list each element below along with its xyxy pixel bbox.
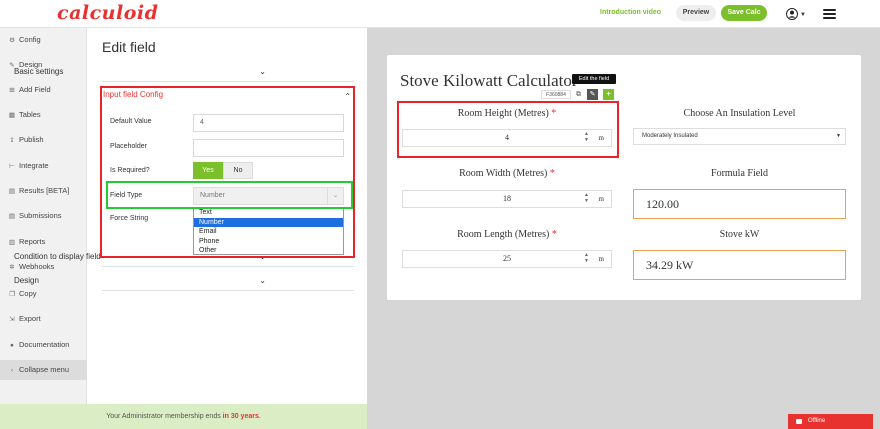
- room-height-input[interactable]: 4 ▲ ▼ m: [402, 129, 612, 147]
- room-length-label: Room Length (Metres) *: [457, 229, 557, 240]
- chart-icon: ▤: [8, 188, 16, 195]
- edit-field-tooltip: Edit the field: [572, 74, 616, 84]
- sidebar-item-export[interactable]: ⇲ Export: [0, 309, 87, 329]
- bar-chart-icon: ▥: [8, 239, 16, 246]
- chevron-down-icon: ⌄: [259, 67, 266, 76]
- sidebar-item-results[interactable]: ▤ Results [BETA]: [0, 181, 87, 201]
- stove-kw-label: Stove kW: [719, 229, 760, 240]
- divider: [102, 81, 354, 82]
- room-length-input[interactable]: 25 ▲ ▼ m: [402, 250, 612, 268]
- sidebar: ⚙ Config ✎ Design ⊞ Add Field ▦ Tables ⇪ Publ…: [0, 28, 87, 404]
- sidebar-item-integrate[interactable]: ⊢ Integrate: [0, 156, 87, 176]
- hamburger-menu-icon[interactable]: [823, 9, 836, 19]
- link-icon: ⊢: [9, 163, 15, 170]
- save-calc-button[interactable]: Save Calc: [721, 5, 767, 21]
- sidebar-item-reports[interactable]: ▥ Reports: [0, 232, 87, 252]
- logo[interactable]: calculoid: [57, 2, 158, 24]
- copy-icon: ❐: [9, 291, 15, 298]
- chevron-left-icon: ‹: [10, 367, 14, 374]
- calculator-title: Stove Kilowatt Calculator: [400, 71, 578, 90]
- room-width-input[interactable]: 18 ▲ ▼ m: [402, 190, 612, 208]
- preview-button[interactable]: Preview: [676, 5, 716, 21]
- chat-icon: [796, 419, 802, 424]
- field-id-badge: F360884: [541, 90, 571, 99]
- insulation-select[interactable]: Moderately Insulated ▼: [633, 128, 846, 145]
- formula-field-value: 120.00: [633, 189, 846, 219]
- chevron-down-icon: ⌄: [259, 276, 266, 285]
- spinner-icon[interactable]: ▲ ▼: [584, 193, 589, 205]
- introduction-video-link[interactable]: Introduction video: [600, 9, 661, 16]
- design-section[interactable]: Design ⌄: [14, 276, 266, 285]
- divider: [102, 266, 354, 267]
- list-icon: ▤: [8, 213, 16, 220]
- export-icon: ⇲: [9, 316, 15, 323]
- caret-down-icon: ▼: [836, 133, 841, 139]
- sidebar-item-copy[interactable]: ❐ Copy: [0, 284, 87, 304]
- stove-kw-value: 34.29 kW: [633, 250, 846, 280]
- offline-status-badge[interactable]: Offline: [788, 414, 873, 429]
- room-width-label: Room Width (Metres) *: [459, 168, 555, 179]
- sidebar-item-publish[interactable]: ⇪ Publish: [0, 130, 87, 150]
- input-config-highlight: [100, 86, 355, 258]
- sidebar-item-collapse-menu[interactable]: ‹ Collapse menu: [0, 360, 87, 380]
- divider: [102, 290, 354, 291]
- sidebar-item-add-field[interactable]: ⊞ Add Field: [0, 80, 87, 100]
- table-icon: ▦: [8, 112, 16, 119]
- formula-field-label: Formula Field: [711, 168, 768, 179]
- info-icon: ●: [10, 342, 14, 349]
- basic-settings-section[interactable]: Basic settings ⌄: [14, 67, 266, 76]
- insulation-label: Choose An Insulation Level: [683, 108, 796, 119]
- sidebar-item-documentation[interactable]: ● Documentation: [0, 335, 87, 355]
- upload-icon: ⇪: [9, 137, 15, 144]
- user-icon[interactable]: [786, 8, 798, 20]
- webhook-icon: ✲: [9, 264, 15, 271]
- top-bar: calculoid Introduction video Preview Sav…: [0, 0, 880, 28]
- spinner-icon[interactable]: ▲ ▼: [584, 132, 589, 144]
- plus-square-icon: ⊞: [9, 87, 15, 94]
- edit-field-title: Edit field: [102, 39, 156, 55]
- gear-icon: ⚙: [9, 37, 15, 44]
- sidebar-item-tables[interactable]: ▦ Tables: [0, 105, 87, 125]
- copy-icon[interactable]: ⧉: [573, 89, 584, 100]
- sidebar-item-submissions[interactable]: ▤ Submissions: [0, 206, 87, 226]
- field-type-highlight: [106, 181, 353, 209]
- pencil-icon[interactable]: ✎: [587, 89, 598, 100]
- spinner-icon[interactable]: ▲ ▼: [584, 253, 589, 265]
- room-height-label: Room Height (Metres) *: [457, 108, 557, 119]
- caret-down-icon[interactable]: ▼: [800, 12, 806, 18]
- membership-bar: Your Administrator membership ends in 30…: [0, 404, 367, 429]
- sidebar-item-config[interactable]: ⚙ Config: [0, 30, 87, 50]
- plus-icon[interactable]: +: [603, 89, 614, 100]
